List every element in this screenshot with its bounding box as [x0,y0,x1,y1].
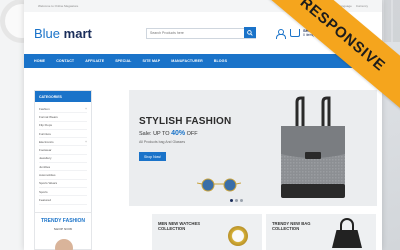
category-item[interactable]: Featured [39,196,87,205]
category-item[interactable]: Formal Wears [39,113,87,122]
sale-suffix: OFF [186,131,198,137]
nav-item-affiliate[interactable]: AFFILIATE [85,59,104,63]
logo-bold-text: mart [63,25,92,41]
trendy-fashion-card[interactable]: TRENDY FASHION SHOP NOW [34,212,92,250]
watches-promo-card[interactable]: MEN NEW WATCHES COLLECTION [152,214,262,250]
slider-dots [230,199,243,202]
sunglasses-image [197,178,241,192]
logo-light-text: Blue [34,25,61,41]
category-sidebar: CATEGORIES Fashion + Formal Wears Flip Flop… [34,90,92,228]
nav-item-manufacturer[interactable]: MANUFACTURER [171,59,203,63]
slide-dot-3[interactable] [240,199,243,202]
banner-title: STYLISH FASHION [139,116,232,127]
category-item-label: Electronics [39,139,54,144]
banner-sale-line: Sale: UP TO 40% OFF [139,130,198,137]
category-item-label: Sports [39,189,48,194]
hero-banner: STYLISH FASHION Sale: UP TO 40% OFF All … [129,90,377,206]
category-title: CATEGORIES [35,91,91,102]
category-item[interactable]: Jumbles [39,163,87,172]
category-item-label: Automobiles [39,173,56,178]
nav-item-contact[interactable]: CONTACT [56,59,74,63]
shop-now-button[interactable]: Shop Now! [139,152,166,161]
bags-promo-card[interactable]: TRENDY NEW BAG COLLECTION [266,214,376,250]
category-item[interactable]: Flip Flops [39,122,87,130]
sale-prefix: Sale: UP TO [139,131,170,137]
welcome-text: Welcome to Online Megastore [38,4,79,8]
category-item[interactable]: Footwear [39,146,87,155]
category-item-label: Jumbles [39,164,51,169]
category-item-label: Furniture [39,131,52,136]
category-item-label: Featured [39,197,52,202]
watch-image [228,226,248,246]
search-button[interactable] [244,27,256,38]
bags-promo-text: TRENDY NEW BAG COLLECTION [272,221,311,232]
nav-item-special[interactable]: SPECIAL [115,59,131,63]
category-item[interactable]: Electronics + [39,138,87,147]
category-item-label: Sports Wears [39,181,58,186]
category-item-label: Flip Flops [39,123,53,128]
category-list: Fashion + Formal Wears Flip Flops Furniture E… [35,102,91,205]
nav-item-blogs[interactable]: BLOGS [214,59,227,63]
slide-dot-2[interactable] [235,199,238,202]
cart-icon [290,29,300,37]
watches-promo-text: MEN NEW WATCHES COLLECTION [158,221,201,232]
category-item-label: Formal Wears [39,114,58,119]
nav-item-site-map[interactable]: SITE MAP [142,59,160,63]
banner-subtitle: All Products bag And Glasses [139,140,186,144]
category-item[interactable]: Jewellery [39,155,87,164]
search-input[interactable] [147,28,244,38]
category-item[interactable]: Fashion + [39,105,87,114]
category-item-label: Jewellery [39,156,52,161]
main-nav: HOME CONTACT AFFILIATE SPECIAL SITE MAP … [24,54,382,68]
sale-percent: 40% [171,130,186,137]
nav-item-home[interactable]: HOME [34,59,45,63]
category-item-label: Footwear [39,148,52,153]
messenger-bag-image [281,96,345,198]
category-item[interactable]: Automobiles [39,171,87,180]
slide-dot-1[interactable] [230,199,233,202]
category-item-label: Fashion [39,106,50,111]
currency-selector[interactable]: Currency [356,4,368,8]
search-icon [247,29,253,36]
model-photo [55,239,73,250]
search-box [146,27,256,39]
site-logo[interactable]: Blue mart [34,26,146,41]
expand-icon[interactable]: + [85,107,87,111]
category-item[interactable]: Furniture [39,130,87,139]
category-item[interactable]: Sports [39,188,87,197]
handbag-strap-image [340,218,354,230]
expand-icon[interactable]: + [85,140,87,144]
category-item[interactable]: Sports Wears [39,180,87,188]
trendy-fashion-title: TRENDY FASHION [40,218,86,224]
trendy-fashion-link[interactable]: SHOP NOW [35,227,91,231]
account-icon[interactable] [276,28,286,39]
